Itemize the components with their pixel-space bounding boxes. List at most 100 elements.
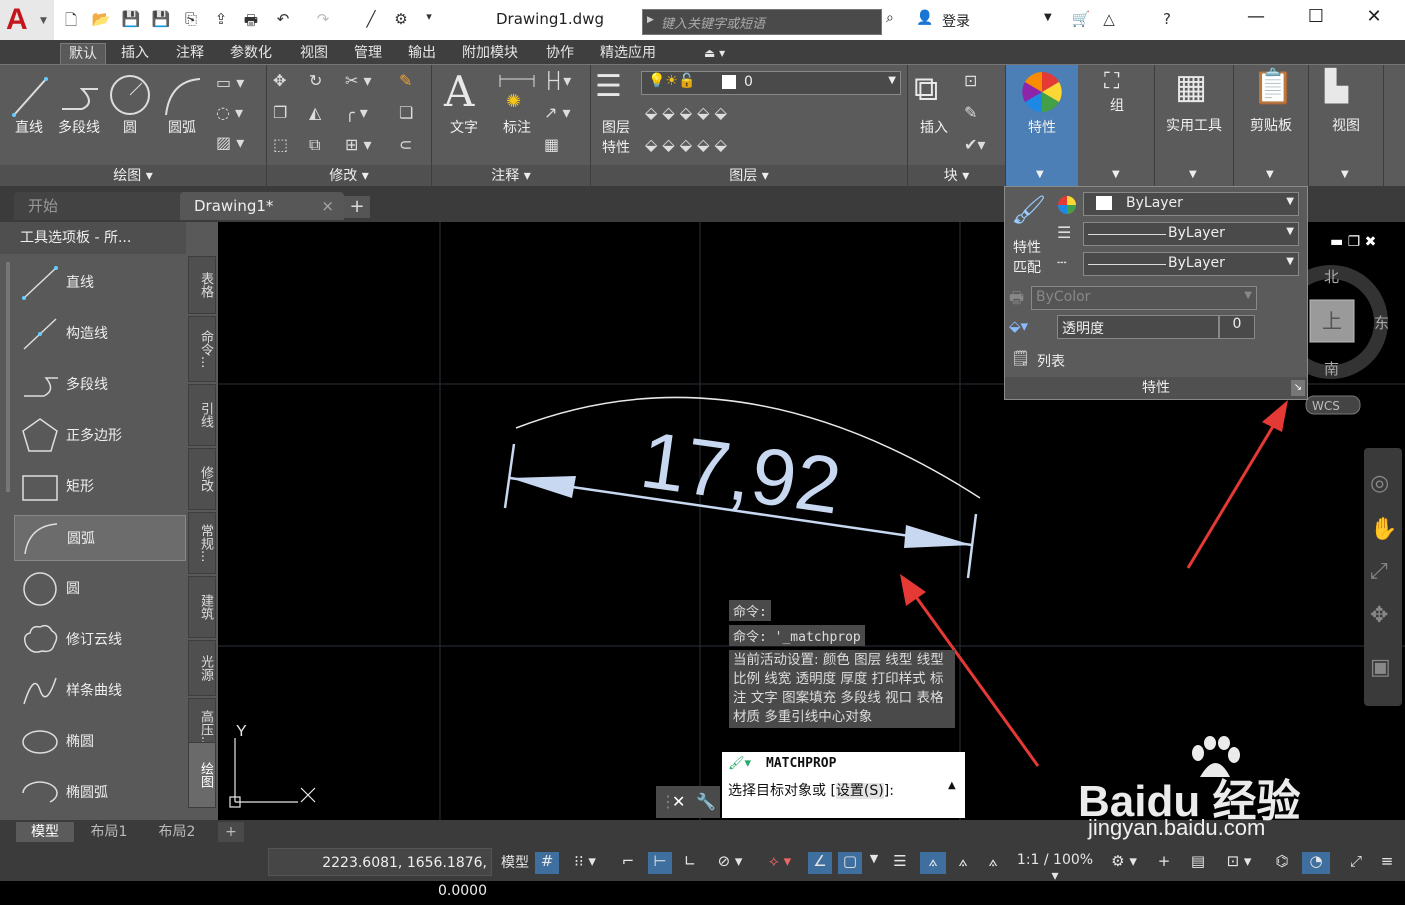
circle-icon[interactable]: [108, 71, 152, 117]
ortho-icon[interactable]: ∟: [678, 852, 702, 874]
palette-item-line[interactable]: 直线: [14, 260, 184, 304]
transparency-icon[interactable]: ⬙▾: [1009, 317, 1028, 335]
redo-icon[interactable]: ↷: [312, 10, 334, 30]
dimension-button[interactable]: 标注: [496, 117, 538, 137]
customize-wrench-icon[interactable]: 🔧: [696, 786, 716, 818]
transparency-field[interactable]: 透明度: [1057, 315, 1219, 339]
application-menu-button[interactable]: A ▼: [0, 0, 54, 40]
infer-constraints-icon[interactable]: ⌐: [616, 852, 640, 874]
binoculars-icon[interactable]: ⌕: [886, 10, 894, 26]
array-icon[interactable]: ⊞ ▾: [345, 135, 372, 154]
open-web-icon[interactable]: ⎘: [180, 10, 202, 30]
palette-item-polygon[interactable]: 正多边形: [14, 413, 184, 457]
maximize-button[interactable]: ☐: [1296, 6, 1336, 34]
scale-icon[interactable]: ⧉: [309, 135, 320, 155]
dialog-launcher-icon[interactable]: ↘: [1291, 380, 1305, 396]
plot-icon[interactable]: 🖶: [240, 10, 262, 30]
modify-panel-title[interactable]: 修改 ▾: [267, 165, 431, 187]
color-dropdown[interactable]: ByLayer ▼: [1083, 192, 1299, 216]
insert-button[interactable]: 插入: [912, 117, 956, 137]
palette-tab[interactable]: 引线: [188, 384, 216, 446]
polyline-icon[interactable]: [58, 73, 102, 119]
polar-tracking-icon[interactable]: ⊘ ▾: [706, 852, 754, 874]
insert-block-icon[interactable]: ⧉: [914, 69, 938, 109]
palette-tab[interactable]: 表格: [188, 256, 216, 314]
annotation-monitor-icon[interactable]: +: [1152, 852, 1176, 874]
block-attribute-icon[interactable]: ✔▾: [964, 135, 985, 154]
lineweight-toggle-icon[interactable]: ☰: [888, 852, 912, 874]
share-icon[interactable]: ⇪: [210, 10, 232, 30]
palette-item-arc[interactable]: 圆弧: [14, 515, 186, 561]
ribbon-minimize-icon[interactable]: ⏏ ▾: [696, 43, 733, 63]
match-properties-label-1[interactable]: 特性: [1013, 237, 1041, 257]
palette-tab[interactable]: 光源: [188, 640, 216, 696]
viewcube-east[interactable]: 东: [1374, 314, 1389, 332]
layer-properties-label-1[interactable]: 图层: [595, 117, 637, 137]
properties-panel-button[interactable]: 特性 ▼: [1006, 65, 1078, 187]
palette-tab[interactable]: 修改: [188, 448, 216, 510]
viewcube-north[interactable]: 北: [1324, 268, 1339, 286]
palette-item-xline[interactable]: 构造线: [14, 311, 184, 355]
palette-item-ellipse[interactable]: 椭圆: [14, 719, 184, 763]
layer-properties-label-2[interactable]: 特性: [595, 137, 637, 157]
login-area[interactable]: ⌕ 👤 登录 ▼: [884, 9, 1064, 33]
store-cart-icon[interactable]: 🛒: [1070, 10, 1092, 30]
close-command-line-icon[interactable]: ✕: [672, 786, 685, 818]
object-snap-icon[interactable]: ▢: [838, 852, 862, 874]
extension-line-left[interactable]: [503, 443, 516, 509]
tab-featured-apps[interactable]: 精选应用: [592, 43, 664, 63]
match-properties-icon[interactable]: 🖌: [1011, 193, 1047, 226]
view-panel[interactable]: ▙ 视图 ▼: [1309, 65, 1384, 187]
rotate-icon[interactable]: ↻: [309, 71, 322, 90]
mirror-icon[interactable]: ◭: [309, 103, 321, 122]
tab-collaborate[interactable]: 协作: [538, 43, 582, 63]
isometric-icon[interactable]: ⟡ ▾: [760, 852, 800, 874]
circle-button[interactable]: 圆: [112, 117, 148, 137]
group-panel[interactable]: ⛶ 组 ▼: [1080, 65, 1155, 187]
layer-tools-row2-icon[interactable]: ⬙ ⬙ ⬙ ⬙ ⬙: [645, 135, 727, 154]
snap-icon[interactable]: ⁝⁝ ▾: [565, 852, 605, 874]
customization-menu-icon[interactable]: ≡: [1374, 852, 1400, 874]
lineweight-dropdown[interactable]: ByLayer ▼: [1083, 222, 1299, 246]
text-button[interactable]: 文字: [444, 117, 484, 137]
match-properties-label-2[interactable]: 匹配: [1013, 257, 1041, 277]
command-input-box[interactable]: 🖌▾ MATCHPROP 选择目标对象或 [设置(S)]: ▲: [722, 752, 965, 818]
palette-item-polyline[interactable]: 多段线: [14, 362, 184, 406]
tab-annotate[interactable]: 注释: [168, 43, 212, 63]
palette-scrollbar[interactable]: [6, 262, 10, 492]
steering-wheel-icon[interactable]: ◎: [1370, 471, 1389, 496]
arc-icon[interactable]: [160, 73, 204, 119]
layers-panel-title[interactable]: 图层 ▾: [591, 165, 907, 187]
tab-layout2[interactable]: 布局2: [148, 822, 206, 842]
prompt-option-settings[interactable]: 设置(S): [835, 783, 884, 799]
hardware-acceleration-icon[interactable]: ◔: [1302, 852, 1330, 874]
object-snap-tracking-icon[interactable]: ∠: [808, 852, 832, 874]
draw-panel-title[interactable]: 绘图 ▾: [0, 165, 266, 187]
palette-item-rectangle[interactable]: 矩形: [14, 464, 184, 508]
palette-item-spline[interactable]: 样条曲线: [14, 668, 184, 712]
text-icon[interactable]: A: [444, 67, 474, 116]
search-input[interactable]: ▶ 键入关键字或短语: [642, 9, 882, 35]
close-button[interactable]: ✕: [1354, 6, 1394, 34]
workspace-gear-icon[interactable]: ⚙ ▾: [1104, 852, 1144, 874]
edit-block-icon[interactable]: ✎: [964, 103, 977, 122]
annotation-scale-icon[interactable]: ⟑: [980, 852, 1006, 874]
create-block-icon[interactable]: ⊡: [964, 71, 977, 90]
explode-icon[interactable]: ❏: [399, 103, 413, 122]
save-icon[interactable]: 💾: [120, 10, 142, 30]
plotstyle-dropdown[interactable]: ByColor ▼: [1031, 286, 1257, 310]
dimension-icon[interactable]: ✺: [496, 73, 538, 113]
trim-icon[interactable]: ✂ ▾: [345, 71, 372, 90]
annotation-visibility-icon[interactable]: ⟑: [920, 852, 946, 874]
grid-icon[interactable]: #: [535, 852, 559, 874]
stretch-icon[interactable]: ⬚: [273, 135, 288, 154]
open-file-icon[interactable]: 📂: [90, 10, 112, 30]
login-label[interactable]: 登录: [942, 11, 970, 31]
dynamic-input-icon[interactable]: ⊢: [648, 852, 672, 874]
coordinates-display[interactable]: 2223.6081, 1656.1876, 0.0000: [268, 848, 492, 899]
hatch-icon[interactable]: ◌ ▾: [216, 103, 243, 122]
linear-dim-icon[interactable]: ├┤▾: [544, 71, 571, 90]
fillet-icon[interactable]: ╭ ▾: [345, 103, 368, 122]
arc-button[interactable]: 圆弧: [160, 117, 204, 137]
tab-start[interactable]: 开始: [14, 192, 188, 220]
